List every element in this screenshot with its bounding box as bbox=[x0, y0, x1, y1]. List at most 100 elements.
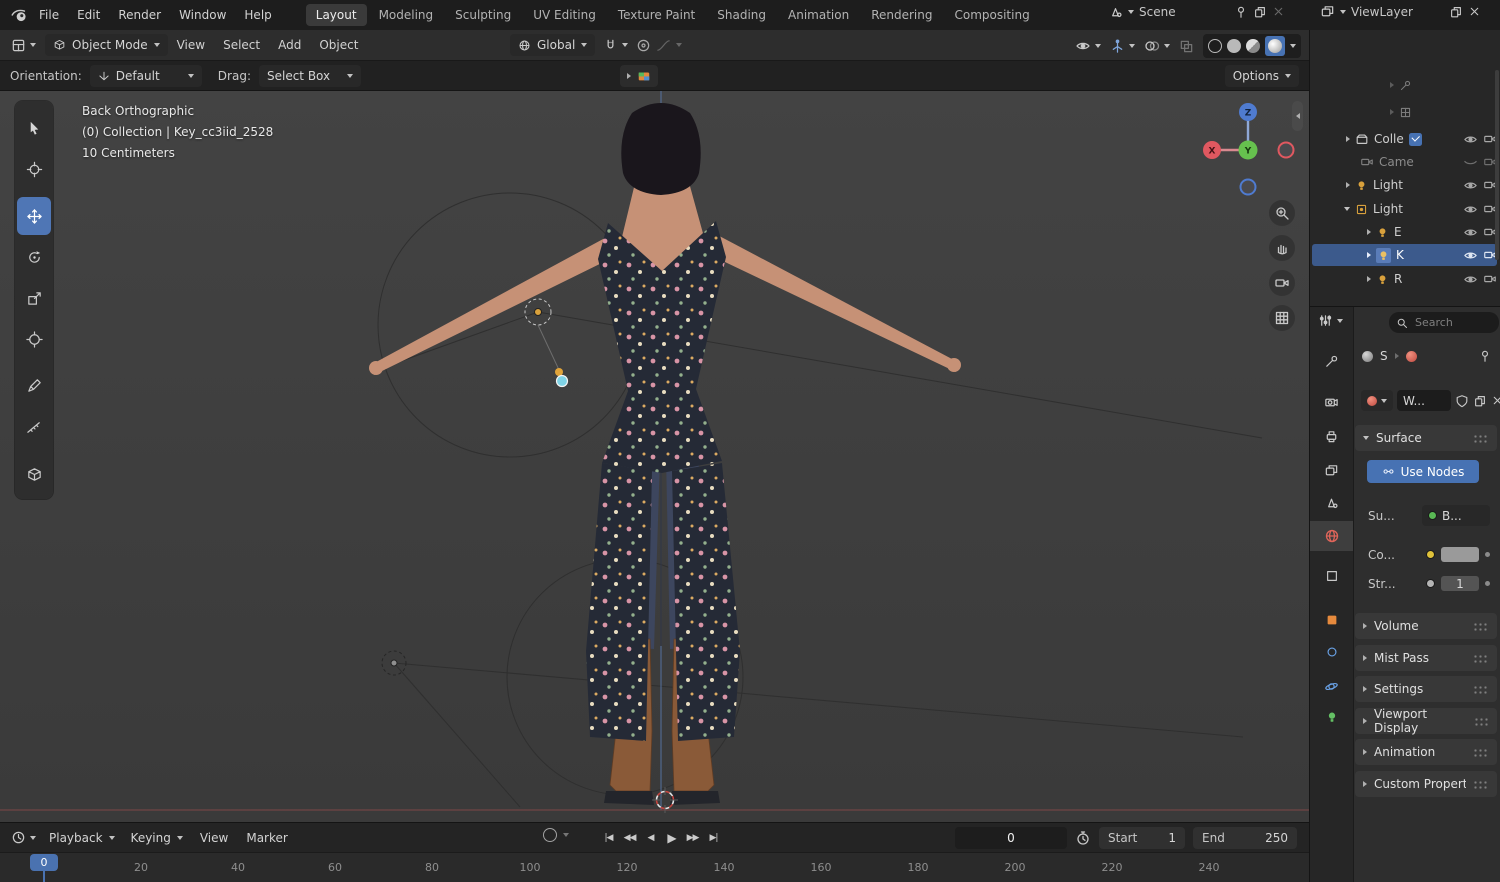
gizmo-x-negative[interactable] bbox=[1277, 141, 1295, 159]
pin-id-icon[interactable] bbox=[1478, 349, 1492, 363]
previous-keyframe-button[interactable]: ◀◀ bbox=[619, 828, 640, 848]
proportional-edit-toggle[interactable] bbox=[636, 38, 683, 53]
gizmos-dropdown[interactable] bbox=[1110, 39, 1135, 54]
chevron-down-icon[interactable] bbox=[1344, 207, 1350, 211]
outliner-row-light-r[interactable]: R bbox=[1312, 268, 1497, 290]
keying-dropdown[interactable]: Keying bbox=[123, 831, 191, 845]
unlink-scene-icon[interactable] bbox=[1272, 5, 1285, 18]
outliner-row-collection[interactable]: Colle bbox=[1312, 128, 1497, 150]
surface-panel-header[interactable]: Surface bbox=[1355, 425, 1497, 451]
hide-eye-icon[interactable] bbox=[1463, 248, 1478, 263]
light-gizmo-wires[interactable] bbox=[377, 192, 1263, 808]
sidebar-toggle[interactable] bbox=[1292, 101, 1303, 131]
current-frame-field[interactable]: 0 bbox=[955, 827, 1067, 849]
hide-eye-icon[interactable] bbox=[1463, 225, 1478, 240]
options-dropdown[interactable]: Options bbox=[1224, 65, 1299, 87]
new-viewlayer-icon[interactable] bbox=[1449, 5, 1463, 19]
outliner-row-light-k-selected[interactable]: K bbox=[1312, 244, 1497, 266]
mode-dropdown[interactable]: Object Mode bbox=[45, 34, 168, 56]
surface-shader-dropdown[interactable]: B... bbox=[1422, 505, 1490, 526]
pan-hand-button[interactable] bbox=[1269, 235, 1295, 261]
auto-keying-toggle[interactable] bbox=[543, 828, 569, 842]
jump-to-end-button[interactable]: ▶| bbox=[703, 828, 724, 848]
scene-selector[interactable]: Scene bbox=[1108, 4, 1285, 19]
menu-render[interactable]: Render bbox=[109, 0, 170, 30]
orientation-default-dropdown[interactable]: Default bbox=[89, 64, 202, 87]
workspace-tab-shading[interactable]: Shading bbox=[707, 4, 776, 26]
chevron-right-icon[interactable] bbox=[1346, 136, 1350, 142]
search-input[interactable] bbox=[1413, 315, 1489, 330]
chevron-right-icon[interactable] bbox=[1346, 182, 1350, 188]
play-button[interactable]: ▶ bbox=[661, 828, 682, 848]
workspace-tab-compositing[interactable]: Compositing bbox=[944, 4, 1039, 26]
world-browse-dropdown[interactable] bbox=[1361, 390, 1393, 411]
drag-grip-icon[interactable] bbox=[1473, 433, 1489, 443]
drag-grip-icon[interactable] bbox=[1474, 716, 1489, 726]
outliner-row-light-e[interactable]: E bbox=[1312, 221, 1497, 243]
tool-cursor[interactable] bbox=[17, 150, 51, 188]
workspace-tab-sculpting[interactable]: Sculpting bbox=[445, 4, 521, 26]
menu-file[interactable]: File bbox=[30, 0, 68, 30]
outliner-row-data[interactable] bbox=[1312, 74, 1497, 96]
outliner-row-light-expanded[interactable]: Light bbox=[1312, 198, 1497, 220]
zoom-button[interactable] bbox=[1269, 200, 1295, 226]
drag-grip-icon[interactable] bbox=[1473, 747, 1489, 757]
remove-viewlayer-icon[interactable] bbox=[1468, 5, 1481, 18]
gizmo-z-negative[interactable] bbox=[1239, 178, 1257, 196]
tool-transform[interactable] bbox=[17, 320, 51, 358]
light-object-lower[interactable] bbox=[381, 650, 407, 676]
animate-color-dot[interactable] bbox=[1485, 552, 1490, 557]
playback-dropdown[interactable]: Playback bbox=[41, 831, 123, 845]
blender-logo-icon[interactable] bbox=[10, 5, 30, 25]
timeline-editor-type-button[interactable] bbox=[6, 830, 41, 845]
light-object-upper[interactable] bbox=[524, 298, 569, 388]
tab-world[interactable] bbox=[1310, 521, 1353, 551]
workspace-tab-uv-editing[interactable]: UV Editing bbox=[523, 4, 606, 26]
character-model[interactable] bbox=[369, 103, 961, 805]
tool-select-box[interactable] bbox=[17, 109, 51, 147]
disable-render-camera-icon[interactable] bbox=[1483, 272, 1497, 286]
xray-toggle-icon[interactable] bbox=[1179, 39, 1194, 54]
collection-checkbox[interactable] bbox=[1408, 132, 1422, 146]
workspace-tab-modeling[interactable]: Modeling bbox=[369, 4, 444, 26]
editor-type-button[interactable] bbox=[6, 38, 41, 53]
world-name-field[interactable]: W... bbox=[1397, 390, 1451, 411]
drag-grip-icon[interactable] bbox=[1473, 779, 1489, 789]
menu-window[interactable]: Window bbox=[170, 0, 235, 30]
tab-object-properties[interactable] bbox=[1310, 605, 1353, 635]
workspace-tab-rendering[interactable]: Rendering bbox=[861, 4, 942, 26]
custom-properties-panel-header[interactable]: Custom Properties bbox=[1355, 771, 1497, 797]
drag-grip-icon[interactable] bbox=[1473, 621, 1489, 631]
hide-eye-icon[interactable] bbox=[1463, 272, 1478, 287]
animate-strength-dot[interactable] bbox=[1485, 581, 1490, 586]
tab-tool[interactable] bbox=[1310, 346, 1353, 376]
hide-eye-icon[interactable] bbox=[1463, 132, 1478, 147]
end-frame-field[interactable]: End 250 bbox=[1193, 827, 1297, 849]
next-keyframe-button[interactable]: ▶▶ bbox=[682, 828, 703, 848]
play-reverse-button[interactable]: ◀ bbox=[640, 828, 661, 848]
start-frame-field[interactable]: Start 1 bbox=[1099, 827, 1185, 849]
tab-object[interactable] bbox=[1310, 561, 1353, 591]
shading-solid-button[interactable] bbox=[1227, 39, 1241, 53]
chevron-right-icon[interactable] bbox=[1367, 229, 1371, 235]
animation-panel-header[interactable]: Animation bbox=[1355, 739, 1497, 765]
tool-add-cube[interactable] bbox=[17, 455, 51, 493]
workspace-tab-layout[interactable]: Layout bbox=[305, 4, 367, 26]
chevron-right-icon[interactable] bbox=[1367, 276, 1371, 282]
strength-field[interactable]: 1 bbox=[1441, 576, 1479, 591]
drag-grip-icon[interactable] bbox=[1473, 653, 1489, 663]
shading-material-button[interactable] bbox=[1246, 39, 1260, 53]
viewport-3d[interactable]: Z X Y Back Orthographic (0) Collection |… bbox=[0, 91, 1309, 822]
selected-light-origin[interactable] bbox=[555, 374, 569, 388]
tab-object-data[interactable] bbox=[1310, 702, 1353, 732]
menu-object[interactable]: Object bbox=[310, 30, 367, 60]
drag-grip-icon[interactable] bbox=[1473, 684, 1489, 694]
tab-scene[interactable] bbox=[1310, 487, 1353, 517]
fake-user-shield-icon[interactable] bbox=[1455, 394, 1469, 408]
menu-timeline-view[interactable]: View bbox=[191, 823, 237, 853]
mist-pass-panel-header[interactable]: Mist Pass bbox=[1355, 645, 1497, 671]
navigation-gizmo[interactable]: Z X Y bbox=[1203, 103, 1295, 196]
tab-output[interactable] bbox=[1310, 421, 1353, 451]
tab-constraints[interactable] bbox=[1310, 637, 1353, 667]
new-world-icon[interactable] bbox=[1473, 394, 1487, 408]
